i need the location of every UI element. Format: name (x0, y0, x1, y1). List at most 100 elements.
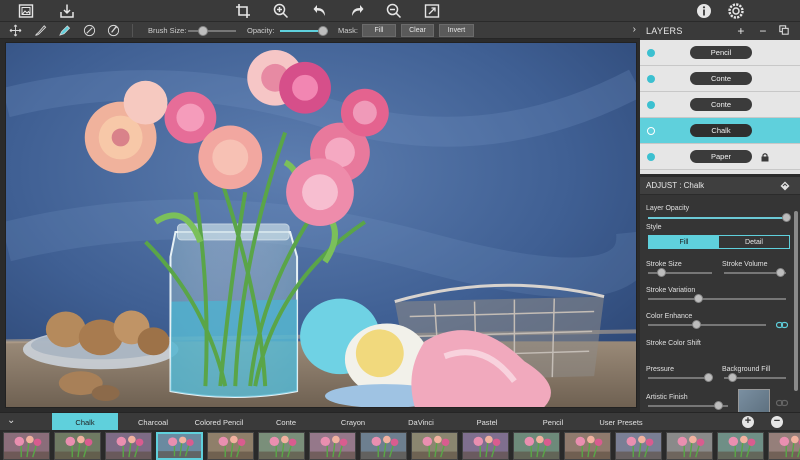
image-canvas[interactable] (5, 42, 637, 408)
color-enhance-knob[interactable] (692, 320, 701, 329)
preset-thumbnail[interactable] (54, 432, 101, 460)
pressure-slider[interactable] (648, 373, 713, 382)
undo-icon[interactable] (311, 2, 329, 20)
layer-label: Chalk (690, 124, 752, 137)
gallery-icon[interactable] (17, 2, 35, 20)
preset-thumbnail[interactable] (462, 432, 509, 460)
layer-opacity-slider[interactable] (648, 213, 791, 222)
preset-tab-chalk[interactable]: Chalk (52, 413, 118, 431)
target-brush-icon[interactable] (82, 23, 97, 38)
mask-clear-button[interactable]: Clear (401, 24, 434, 37)
stroke-size-knob[interactable] (657, 268, 666, 277)
preset-tab-pencil[interactable]: Pencil (524, 413, 582, 431)
fit-screen-icon[interactable] (423, 2, 441, 20)
smart-brush-icon[interactable] (106, 23, 121, 38)
layers-title: LAYERS (646, 26, 683, 36)
preset-thumbnail[interactable] (360, 432, 407, 460)
zoom-in-icon[interactable] (272, 2, 290, 20)
stroke-variation-slider[interactable] (648, 294, 786, 303)
save-icon[interactable] (58, 2, 76, 20)
preset-thumbnail[interactable] (768, 432, 800, 460)
preset-thumbnail[interactable] (717, 432, 764, 460)
preset-thumbnail[interactable] (105, 432, 152, 460)
stroke-volume-knob[interactable] (776, 268, 785, 277)
color-enhance-slider[interactable] (648, 320, 766, 329)
settings-icon[interactable] (727, 2, 745, 20)
pressure-label: Pressure (646, 366, 675, 373)
pressure-knob[interactable] (704, 373, 713, 382)
layer-item[interactable]: Conte (640, 92, 800, 118)
remove-layer-button[interactable]: − (757, 25, 769, 37)
visibility-dot-icon[interactable] (647, 49, 655, 57)
preset-thumbnail[interactable] (564, 432, 611, 460)
add-preset-button[interactable]: + (742, 416, 754, 428)
zoom-out-icon[interactable] (385, 2, 403, 20)
preset-tab-crayon[interactable]: Crayon (324, 413, 382, 431)
preset-thumbnail[interactable] (309, 432, 356, 460)
add-layer-button[interactable]: + (735, 25, 747, 37)
mask-invert-button[interactable]: Invert (439, 24, 474, 37)
preset-thumbnail[interactable] (207, 432, 254, 460)
visibility-dot-icon[interactable] (647, 127, 655, 135)
adjust-scrollbar[interactable] (794, 211, 798, 391)
artistic-finish-slider[interactable] (648, 401, 728, 410)
artistic-finish-texture[interactable] (738, 389, 770, 413)
mask-fill-button[interactable]: Fill (362, 24, 396, 37)
layers-header: LAYERS + − (640, 22, 800, 40)
opacity-slider[interactable] (280, 26, 328, 36)
info-icon[interactable] (695, 2, 713, 20)
preset-thumbnail[interactable] (258, 432, 305, 460)
preset-thumbnail[interactable] (666, 432, 713, 460)
style-label: Style (646, 224, 662, 231)
background-fill-slider[interactable] (724, 373, 786, 382)
preset-thumbnail-selected[interactable] (156, 432, 203, 460)
style-detail-option[interactable]: Detail (719, 236, 789, 248)
preset-tab-davinci[interactable]: DaVinci (392, 413, 450, 431)
redo-icon[interactable] (348, 2, 366, 20)
layer-opacity-label: Layer Opacity (646, 205, 690, 212)
move-tool-icon[interactable] (8, 23, 23, 38)
remove-preset-button[interactable]: − (771, 416, 783, 428)
preset-thumbnail[interactable] (513, 432, 560, 460)
artistic-finish-knob[interactable] (714, 401, 723, 410)
eraser-tool-icon[interactable] (57, 23, 72, 38)
lock-icon (760, 152, 770, 162)
style-fill-option[interactable]: Fill (649, 236, 719, 248)
unlink-icon[interactable] (775, 399, 789, 407)
brush-size-knob[interactable] (198, 26, 208, 36)
visibility-dot-icon[interactable] (647, 101, 655, 109)
brush-size-slider[interactable] (188, 26, 236, 36)
style-toggle[interactable]: Fill Detail (648, 235, 790, 249)
preset-tab-colored-pencil[interactable]: Colored Pencil (186, 413, 252, 431)
stroke-variation-knob[interactable] (694, 294, 703, 303)
preset-tab-conte[interactable]: Conte (258, 413, 314, 431)
preset-thumbnail[interactable] (411, 432, 458, 460)
visibility-dot-icon[interactable] (647, 153, 655, 161)
preset-thumbnail[interactable] (615, 432, 662, 460)
layer-item[interactable]: Conte (640, 66, 800, 92)
stroke-size-label: Stroke Size (646, 261, 682, 268)
layer-item-active[interactable]: Chalk (640, 118, 800, 144)
link-icon[interactable] (775, 321, 789, 329)
layer-opacity-knob[interactable] (782, 213, 791, 222)
layer-label: Conte (690, 72, 752, 85)
duplicate-layer-icon[interactable] (778, 25, 790, 37)
preset-thumbnail[interactable] (3, 432, 50, 460)
preset-tab-pastel[interactable]: Pastel (458, 413, 516, 431)
opacity-knob[interactable] (318, 26, 328, 36)
crop-icon[interactable] (234, 2, 252, 20)
preset-tab-charcoal[interactable]: Charcoal (124, 413, 182, 431)
layer-label: Conte (690, 98, 752, 111)
preset-badge-icon[interactable] (780, 181, 790, 191)
visibility-dot-icon[interactable] (647, 75, 655, 83)
brush-options-bar: Brush Size: Opacity: Mask: Fill Clear In… (0, 22, 640, 39)
layer-item[interactable]: Paper (640, 144, 800, 170)
chevron-down-icon[interactable]: ⌄ (7, 415, 15, 426)
brush-tool-icon[interactable] (33, 23, 48, 38)
chevron-right-icon[interactable]: › (633, 24, 636, 35)
preset-tab-user-presets[interactable]: User Presets (588, 413, 654, 431)
background-fill-knob[interactable] (728, 373, 737, 382)
stroke-size-slider[interactable] (648, 268, 712, 277)
layer-item[interactable]: Pencil (640, 40, 800, 66)
stroke-volume-slider[interactable] (724, 268, 786, 277)
